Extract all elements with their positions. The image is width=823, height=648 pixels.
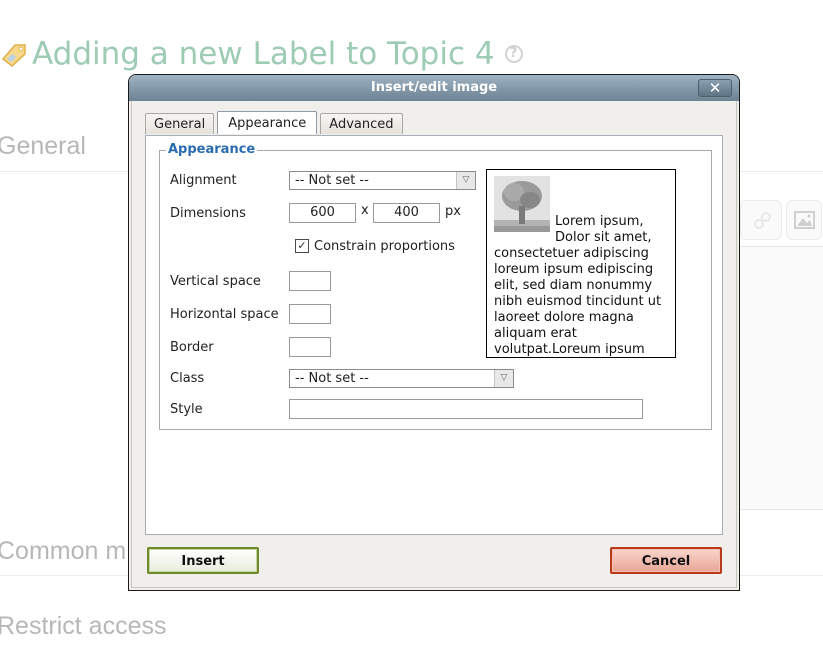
constrain-checkbox[interactable]: ✓ bbox=[295, 239, 309, 253]
dialog-titlebar[interactable]: Insert/edit image ✕ bbox=[129, 75, 739, 101]
insert-button[interactable]: Insert bbox=[147, 547, 259, 574]
chevron-down-icon: ▽ bbox=[456, 172, 475, 189]
alignment-value: -- Not set -- bbox=[295, 173, 369, 188]
close-icon: ✕ bbox=[708, 79, 722, 97]
insert-image-dialog: Insert/edit image ✕ General Appearance A… bbox=[128, 74, 740, 591]
border-input[interactable] bbox=[289, 337, 331, 357]
page-title-text: Adding a new Label to Topic 4 bbox=[32, 36, 495, 72]
alignment-label: Alignment bbox=[170, 173, 237, 188]
dimensions-unit: px bbox=[445, 204, 461, 219]
horizontal-space-input[interactable] bbox=[289, 304, 331, 324]
style-label: Style bbox=[170, 402, 203, 417]
tab-general[interactable]: General bbox=[145, 113, 215, 134]
tab-appearance[interactable]: Appearance bbox=[217, 111, 318, 134]
appearance-panel: Appearance Alignment -- Not set -- ▽ Dim… bbox=[145, 135, 723, 535]
section-restrict-access[interactable]: Restrict access bbox=[0, 612, 166, 641]
chevron-down-icon: ▽ bbox=[494, 370, 513, 387]
class-label: Class bbox=[170, 371, 205, 386]
image-button[interactable] bbox=[786, 200, 822, 240]
label-tag-icon bbox=[1, 44, 26, 67]
border-label: Border bbox=[170, 340, 214, 355]
vertical-space-input[interactable] bbox=[289, 271, 331, 291]
constrain-label: Constrain proportions bbox=[314, 239, 455, 254]
tab-advanced[interactable]: Advanced bbox=[320, 113, 403, 134]
horizontal-space-label: Horizontal space bbox=[170, 307, 279, 322]
link-button[interactable] bbox=[740, 200, 782, 240]
dimensions-label: Dimensions bbox=[170, 206, 246, 221]
dialog-title: Insert/edit image bbox=[370, 80, 498, 95]
editor-toolbar bbox=[740, 200, 823, 246]
class-select[interactable]: -- Not set -- ▽ bbox=[289, 369, 514, 388]
alignment-select[interactable]: -- Not set -- ▽ bbox=[289, 171, 476, 190]
image-icon bbox=[794, 211, 815, 229]
tree-image-icon bbox=[494, 176, 550, 232]
class-value: -- Not set -- bbox=[295, 371, 369, 386]
close-button[interactable]: ✕ bbox=[698, 79, 732, 97]
height-input[interactable]: 400 bbox=[373, 203, 440, 223]
preview-text: Lorem ipsum, Dolor sit amet, consectetue… bbox=[494, 214, 662, 357]
help-icon[interactable]: ? bbox=[504, 45, 523, 63]
dialog-tabs: General Appearance Advanced bbox=[145, 111, 406, 135]
vertical-space-label: Vertical space bbox=[170, 274, 261, 289]
image-preview: Lorem ipsum, Dolor sit amet, consectetue… bbox=[486, 169, 676, 358]
section-general[interactable]: General bbox=[0, 132, 86, 161]
section-common-modules[interactable]: Common m bbox=[0, 537, 126, 566]
dimensions-separator: x bbox=[361, 203, 369, 218]
style-input[interactable] bbox=[289, 399, 643, 419]
width-input[interactable]: 600 bbox=[289, 203, 356, 223]
link-icon bbox=[754, 212, 771, 229]
cancel-button[interactable]: Cancel bbox=[610, 547, 722, 574]
page-title: Adding a new Label to Topic 4 ? bbox=[0, 34, 523, 74]
editor-content-area[interactable] bbox=[740, 246, 823, 510]
fieldset-legend: Appearance bbox=[166, 142, 258, 157]
